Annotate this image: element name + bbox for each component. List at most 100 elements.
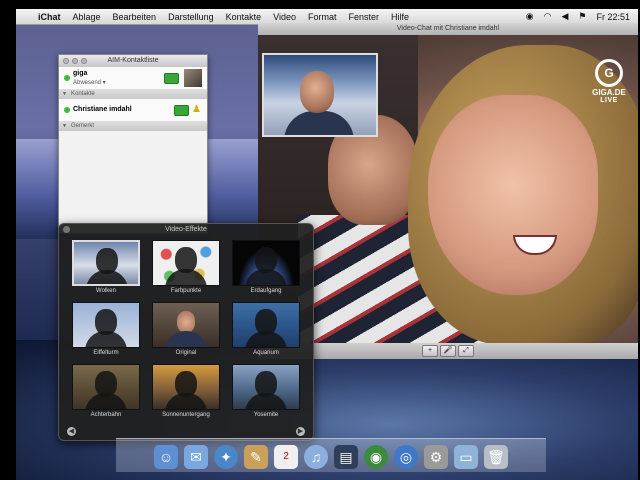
buddy-list-titlebar[interactable]: AIM-Kontaktliste — [59, 55, 207, 67]
menu-bearbeiten[interactable]: Bearbeiten — [113, 12, 157, 22]
effect-label: Achterbahn — [90, 412, 122, 418]
video-toolbar: + 🎤 ⤢ — [258, 343, 638, 359]
silhouette-body — [245, 331, 287, 347]
flag-icon[interactable]: ⚑ — [578, 11, 586, 22]
effect-wolken[interactable]: Wolken — [69, 240, 143, 296]
minimize-button[interactable] — [72, 58, 78, 64]
desktop: iChat Ablage Bearbeiten Darstellung Kont… — [16, 9, 638, 480]
preview-body — [165, 331, 207, 347]
window-controls — [63, 58, 87, 64]
contact-name: Christiane imdahl — [73, 106, 132, 113]
dashboard-icon[interactable]: ◎ — [394, 445, 418, 469]
menu-fenster[interactable]: Fenster — [349, 12, 380, 22]
video-effects-panel: Video-Effekte Wolken Farbpunkte Erdaufga… — [58, 223, 314, 441]
iphoto-icon[interactable]: ▤ — [334, 445, 358, 469]
menu-video[interactable]: Video — [273, 12, 296, 22]
effects-title: Video-Effekte — [165, 226, 207, 233]
dvd-icon[interactable]: ◉ — [364, 445, 388, 469]
my-status-row[interactable]: giga Abwesend ▾ — [59, 67, 207, 90]
volume-icon[interactable]: ◀ — [561, 11, 568, 22]
add-participant-button[interactable]: + — [422, 345, 438, 357]
silhouette-body — [165, 393, 207, 409]
my-name: giga — [73, 70, 88, 77]
remote-video: G GIGA.DE LIVE — [258, 35, 638, 343]
effect-achterbahn[interactable]: Achterbahn — [69, 364, 143, 420]
preview-head — [300, 71, 334, 113]
ichat-status-icon[interactable]: ◉ — [526, 11, 534, 22]
effect-thumb — [152, 240, 220, 286]
silhouette-body — [86, 270, 128, 284]
my-status-select[interactable]: Abwesend ▾ — [73, 79, 106, 86]
effects-grid: Wolken Farbpunkte Erdaufgang Eiffelturm — [69, 240, 303, 420]
effect-label: Farbpunkte — [170, 288, 202, 294]
video-chat-icon[interactable] — [174, 105, 189, 116]
wifi-icon[interactable]: ◠ — [544, 11, 552, 22]
fullscreen-button[interactable]: ⤢ — [458, 345, 474, 357]
contact-row[interactable]: Christiane imdahl ♟ — [59, 99, 207, 122]
silhouette-body — [85, 393, 127, 409]
menu-app-name[interactable]: iChat — [38, 12, 61, 22]
local-preview[interactable] — [262, 53, 378, 137]
effect-original[interactable]: Original — [149, 302, 223, 358]
previous-page-icon[interactable]: ◀ — [67, 427, 76, 436]
effect-thumb — [152, 364, 220, 410]
effect-erdaufgang[interactable]: Erdaufgang — [229, 240, 303, 296]
effect-thumb — [152, 302, 220, 348]
video-chat-titlebar[interactable]: Video-Chat mit Christiane imdahl — [258, 23, 638, 35]
ichat-icon[interactable]: ✉ — [184, 445, 208, 469]
next-page-icon[interactable]: ▶ — [296, 427, 305, 436]
giga-watermark: G GIGA.DE LIVE — [586, 59, 632, 104]
silhouette-body — [85, 331, 127, 347]
menu-hilfe[interactable]: Hilfe — [391, 12, 409, 22]
online-dot-icon — [64, 75, 70, 81]
trash-icon[interactable]: 🗑 — [484, 445, 508, 469]
silhouette-body — [245, 269, 287, 285]
effect-yosemite[interactable]: Yosemite — [229, 364, 303, 420]
effect-thumb — [72, 364, 140, 410]
mail-icon[interactable]: ✎ — [244, 445, 268, 469]
buddy-list-title: AIM-Kontaktliste — [107, 57, 159, 64]
group-remembered[interactable]: Gemerkt — [59, 122, 207, 131]
effect-aquarium[interactable]: Aquarium — [229, 302, 303, 358]
close-button[interactable] — [63, 226, 70, 233]
menu-kontakte[interactable]: Kontakte — [226, 12, 262, 22]
itunes-icon[interactable]: ♫ — [304, 445, 328, 469]
close-button[interactable] — [63, 58, 69, 64]
folder-icon[interactable]: ▭ — [454, 445, 478, 469]
effect-thumb — [232, 302, 300, 348]
effect-thumb — [232, 240, 300, 286]
effect-label: Aquarium — [253, 350, 279, 356]
menu-clock[interactable]: Fr 22:51 — [596, 12, 630, 22]
camera-icon[interactable] — [164, 73, 179, 84]
aim-buddy-icon: ♟ — [192, 104, 201, 115]
finder-icon[interactable]: ☺ — [154, 445, 178, 469]
effect-farbpunkte[interactable]: Farbpunkte — [149, 240, 223, 296]
zoom-button[interactable] — [81, 58, 87, 64]
preview-face — [177, 311, 195, 333]
online-dot-icon — [64, 107, 70, 113]
safari-icon[interactable]: ✦ — [214, 445, 238, 469]
system-preferences-icon[interactable]: ⚙ — [424, 445, 448, 469]
ical-icon[interactable]: 2 — [274, 445, 298, 469]
effect-eiffelturm[interactable]: Eiffelturm — [69, 302, 143, 358]
effect-label: Erdaufgang — [250, 288, 282, 294]
menu-format[interactable]: Format — [308, 12, 337, 22]
effect-label: Original — [175, 350, 197, 356]
effect-thumb — [72, 302, 140, 348]
giga-brand: GIGA.DE — [592, 88, 626, 97]
group-contacts[interactable]: Kontakte — [59, 90, 207, 99]
buddy-list-window: AIM-Kontaktliste giga Abwesend ▾ Kontakt… — [58, 54, 208, 234]
giga-logo-icon: G — [595, 59, 623, 87]
effect-label: Wolken — [96, 288, 116, 294]
effect-label: Yosemite — [253, 412, 279, 418]
menu-darstellung[interactable]: Darstellung — [168, 12, 214, 22]
preview-body — [284, 111, 354, 135]
effect-sonnenuntergang[interactable]: Sonnenuntergang — [149, 364, 223, 420]
menu-ablage[interactable]: Ablage — [73, 12, 101, 22]
effect-label: Sonnenuntergang — [162, 412, 210, 418]
dock: ☺ ✉ ✦ ✎ 2 ♫ ▤ ◉ ◎ ⚙ ▭ 🗑 — [116, 438, 546, 472]
video-chat-title: Video-Chat mit Christiane imdahl — [396, 25, 500, 32]
mute-button[interactable]: 🎤 — [440, 345, 456, 357]
avatar[interactable] — [184, 69, 202, 87]
menu-extras: ◉ ◠ ◀ ⚑ Fr 22:51 — [526, 11, 638, 22]
